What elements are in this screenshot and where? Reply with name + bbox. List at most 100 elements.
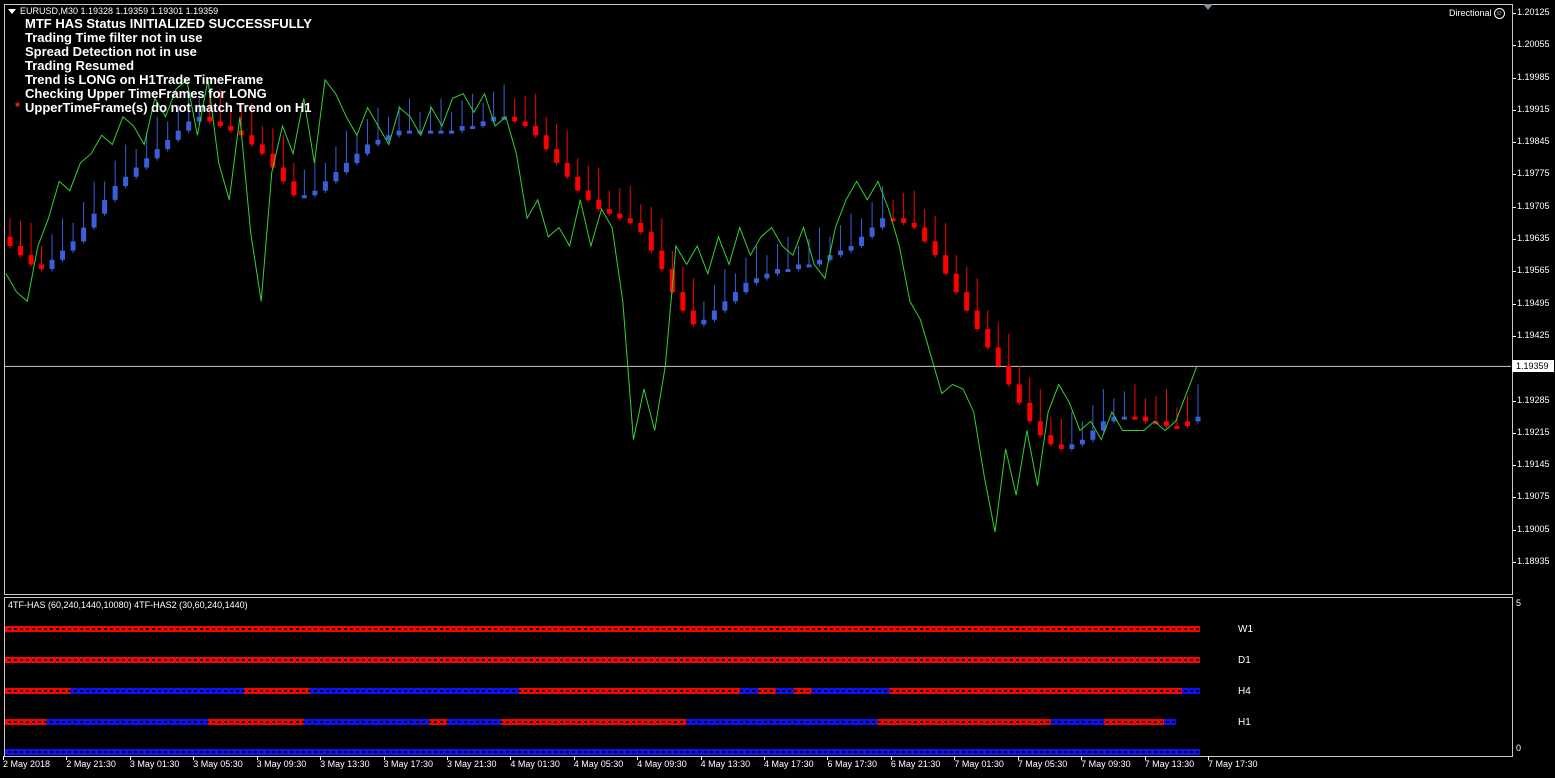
- block-separator: [134, 721, 137, 723]
- block-separator: [560, 628, 563, 630]
- block-separator: [524, 751, 527, 753]
- price-label: 1.19775: [1517, 168, 1550, 179]
- block-separator: [422, 628, 425, 630]
- block-separator: [62, 690, 65, 692]
- block-separator: [98, 721, 101, 723]
- block-separator: [746, 690, 749, 692]
- block-separator: [248, 659, 251, 661]
- candle-body: [428, 130, 434, 134]
- block-separator: [404, 721, 407, 723]
- block-separator: [734, 690, 737, 692]
- block-separator: [368, 751, 371, 753]
- block-separator: [416, 659, 419, 661]
- block-separator: [182, 659, 185, 661]
- block-separator: [932, 628, 935, 630]
- block-separator: [206, 690, 209, 692]
- block-separator: [266, 751, 269, 753]
- chevron-down-icon[interactable]: [8, 9, 16, 15]
- candle-body: [585, 190, 591, 200]
- block-separator: [854, 659, 857, 661]
- candle-body: [165, 139, 171, 150]
- block-separator: [1058, 751, 1061, 753]
- block-separator: [452, 659, 455, 661]
- block-separator: [650, 659, 653, 661]
- block-separator: [926, 751, 929, 753]
- price-tick: [1513, 400, 1516, 402]
- block-separator: [1034, 721, 1037, 723]
- block-separator: [170, 751, 173, 753]
- block-separator: [350, 721, 353, 723]
- block-separator: [1100, 659, 1103, 661]
- timeframe-label-w1: W1: [1238, 624, 1253, 635]
- block-separator: [128, 751, 131, 753]
- block-separator: [830, 628, 833, 630]
- time-label: 3 May 21:30: [446, 759, 497, 769]
- block-separator: [728, 751, 731, 753]
- current-price-label: 1.19359: [1512, 360, 1554, 373]
- block-separator: [632, 721, 635, 723]
- candle-body: [470, 126, 476, 130]
- block-separator: [1196, 690, 1199, 692]
- price-label: 1.20125: [1517, 7, 1550, 17]
- block-separator: [1106, 628, 1109, 630]
- block-separator: [686, 659, 689, 661]
- block-separator: [386, 721, 389, 723]
- smiley-icon[interactable]: ☺: [1493, 8, 1505, 20]
- block-separator: [1076, 690, 1079, 692]
- block-separator: [884, 751, 887, 753]
- block-separator: [332, 721, 335, 723]
- block-separator: [1148, 659, 1151, 661]
- candle-body: [732, 292, 738, 302]
- block-separator: [122, 721, 125, 723]
- block-separator: [1154, 659, 1157, 661]
- block-separator: [902, 628, 905, 630]
- price-axis[interactable]: 1.20125 1.20055 1.19985 1.19915 1.19845 1.197…: [1513, 4, 1555, 596]
- block-separator: [302, 628, 305, 630]
- block-separator: [236, 659, 239, 661]
- block-separator: [902, 751, 905, 753]
- candle-body: [1027, 402, 1033, 422]
- time-axis[interactable]: 2 May 2018 2 May 21:30 3 May 01:30 3 May 05…: [0, 756, 1512, 778]
- block-separator: [386, 628, 389, 630]
- block-separator: [308, 721, 311, 723]
- price-label: 1.19705: [1517, 200, 1550, 211]
- block-separator: [50, 721, 53, 723]
- block-separator: [614, 751, 617, 753]
- block-separator: [692, 628, 695, 630]
- price-label: 1.19845: [1517, 136, 1550, 147]
- block-separator: [530, 659, 533, 661]
- block-separator: [242, 690, 245, 692]
- block-separator: [596, 628, 599, 630]
- block-separator: [350, 690, 353, 692]
- block-separator: [458, 751, 461, 753]
- block-separator: [176, 721, 179, 723]
- candle-body: [1174, 425, 1180, 429]
- block-separator: [860, 751, 863, 753]
- block-separator: [722, 721, 725, 723]
- block-separator: [980, 659, 983, 661]
- block-separator: [908, 721, 911, 723]
- block-separator: [470, 659, 473, 661]
- chart-shift-marker[interactable]: [1203, 4, 1213, 10]
- block-separator: [1178, 690, 1181, 692]
- block-separator: [824, 721, 827, 723]
- block-separator: [158, 659, 161, 661]
- block-separator: [230, 628, 233, 630]
- block-separator: [938, 721, 941, 723]
- block-separator: [542, 690, 545, 692]
- block-separator: [752, 721, 755, 723]
- block-separator: [872, 690, 875, 692]
- block-separator: [56, 690, 59, 692]
- candle-body: [459, 126, 465, 131]
- block-separator: [434, 628, 437, 630]
- candle-body: [343, 162, 349, 173]
- block-separator: [734, 659, 737, 661]
- block-separator: [1190, 751, 1193, 753]
- price-tick: [1513, 174, 1516, 176]
- block-separator: [938, 751, 941, 753]
- block-separator: [1154, 628, 1157, 630]
- block-separator: [986, 721, 989, 723]
- block-separator: [494, 690, 497, 692]
- block-separator: [734, 628, 737, 630]
- block-separator: [698, 721, 701, 723]
